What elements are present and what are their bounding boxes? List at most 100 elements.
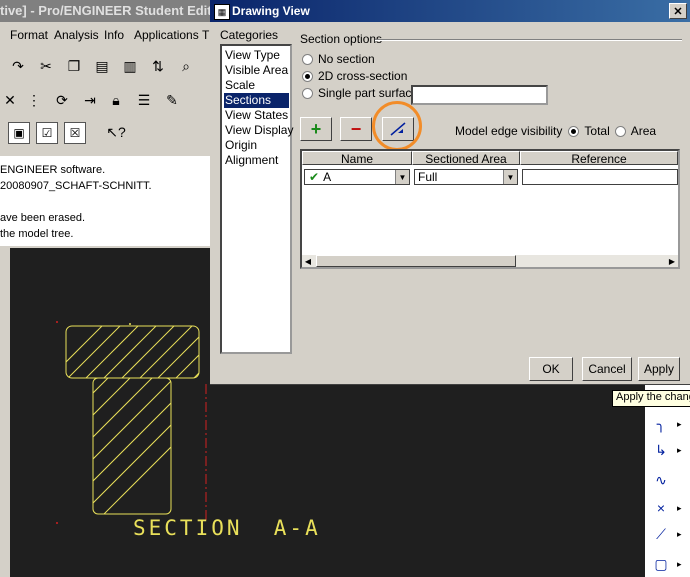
paste-special-icon[interactable]: ▥ <box>120 56 140 76</box>
radio-label: Single part surface <box>318 86 419 100</box>
plus-icon: + <box>310 118 322 139</box>
minus-icon: − <box>350 118 362 139</box>
menu-info[interactable]: Info <box>104 28 124 42</box>
point-icon[interactable]: × <box>651 498 671 518</box>
radio-total-label: Total <box>584 124 610 138</box>
radio-total[interactable] <box>568 125 580 137</box>
category-alignment[interactable]: Alignment <box>224 153 289 168</box>
flyout-arrow-icon[interactable]: ▸ <box>677 503 682 514</box>
paste-icon[interactable]: ▤ <box>92 56 112 76</box>
message-area: ENGINEER software. 20080907_SCHAFT-SCHNI… <box>0 156 212 246</box>
horizontal-scrollbar[interactable]: ◀ ▶ <box>302 255 678 267</box>
tooltip: Apply the chang <box>612 390 690 407</box>
message-line: ave been erased. <box>0 212 86 224</box>
radio-no-section[interactable]: No section <box>302 51 375 67</box>
close-x-icon[interactable]: ✕ <box>0 90 20 110</box>
section-options-label: Section options <box>300 32 383 46</box>
sectioned-area-value: Full <box>418 170 438 184</box>
category-view-type[interactable]: View Type <box>224 48 289 63</box>
list-icon[interactable]: ☰ <box>134 90 154 110</box>
add-section-button[interactable]: + <box>300 117 332 141</box>
categories-list: View Type Visible Area Scale Sections Vi… <box>220 44 293 354</box>
flyout-arrow-icon[interactable]: ▸ <box>677 559 682 570</box>
flyout-arrow-icon[interactable]: ▸ <box>677 445 682 456</box>
radio-button[interactable] <box>302 53 313 65</box>
close-button[interactable]: ✕ <box>669 3 687 19</box>
message-line: ENGINEER software. <box>0 164 106 176</box>
section-name-value: A <box>323 170 332 184</box>
copy-icon[interactable]: ❐ <box>64 56 84 76</box>
line-icon[interactable]: ⟋ <box>651 524 671 544</box>
category-view-display[interactable]: View Display <box>224 123 293 138</box>
dialog-title: Drawing View <box>232 4 310 18</box>
check-window-icon[interactable]: ☑ <box>36 122 58 144</box>
ok-button[interactable]: OK <box>529 357 573 381</box>
radio-label: No section <box>318 52 375 66</box>
dropdown-arrow-icon[interactable]: ▼ <box>395 170 409 184</box>
category-visible-area[interactable]: Visible Area <box>224 63 289 78</box>
message-line: 20080907_SCHAFT-SCHNITT. <box>0 180 152 192</box>
radio-area[interactable] <box>614 125 626 137</box>
radio-label: 2D cross-section <box>318 69 408 83</box>
category-origin[interactable]: Origin <box>224 138 289 153</box>
radio-single-part-surface[interactable]: Single part surface <box>302 85 418 101</box>
dropdown-icon[interactable]: ⋮ <box>24 90 44 110</box>
menu-applications[interactable]: Applications <box>134 28 199 42</box>
categories-label: Categories <box>220 28 279 42</box>
insert-icon[interactable]: ⇥ <box>80 90 100 110</box>
radio-button-selected[interactable] <box>302 70 313 82</box>
cancel-button[interactable]: Cancel <box>582 357 632 381</box>
column-header-name[interactable]: Name <box>302 151 412 166</box>
drawing-view-dialog: ▦ Drawing View ✕ Categories View Type Vi… <box>210 0 690 385</box>
dialog-titlebar[interactable]: ▦ Drawing View ✕ <box>210 0 690 22</box>
spline-icon[interactable]: ∿ <box>651 470 671 490</box>
close-window-icon[interactable]: ☒ <box>64 122 86 144</box>
rectangle-icon[interactable]: ▢ <box>651 554 671 574</box>
app-title: tive] - Pro/ENGINEER Student Editio <box>0 3 224 18</box>
single-part-surface-input[interactable] <box>411 85 548 105</box>
category-scale[interactable]: Scale <box>224 78 289 93</box>
radio-button[interactable] <box>302 87 313 99</box>
menu-tools[interactable]: T <box>202 28 209 42</box>
scroll-left-icon[interactable]: ◀ <box>302 255 314 267</box>
column-header-reference[interactable]: Reference <box>520 151 678 166</box>
scrollbar-thumb[interactable] <box>316 255 516 267</box>
menu-format[interactable]: Format <box>10 28 48 42</box>
dropdown-arrow-icon[interactable]: ▼ <box>503 170 517 184</box>
toolbar-middle: ✕ ⋮ ⟳ ⇥ 🔒︎ ☰ ✎ <box>0 84 212 116</box>
flyout-arrow-icon[interactable]: ▸ <box>677 529 682 540</box>
window-icon[interactable]: ▣ <box>8 122 30 144</box>
dialog-window-icon: ▦ <box>214 4 230 20</box>
reference-cell[interactable] <box>522 169 678 185</box>
find-icon[interactable]: ⌕ <box>176 56 196 76</box>
flyout-arrow-icon[interactable]: ▸ <box>677 419 682 430</box>
section-name-select[interactable]: ✔ A ▼ <box>304 169 410 185</box>
radio-area-label: Area <box>630 124 657 138</box>
fillet-icon[interactable]: ↳ <box>651 440 671 460</box>
regenerate-icon[interactable]: ⇅ <box>148 56 168 76</box>
model-edge-label: Model edge visibility <box>455 124 563 138</box>
apply-button[interactable]: Apply <box>638 357 680 381</box>
category-sections[interactable]: Sections <box>224 93 289 108</box>
highlight-icon[interactable]: ✎ <box>162 90 182 110</box>
check-icon: ✔ <box>309 170 320 184</box>
right-sketch-toolbar: ╮ ▸ ↳ ▸ ∿ × ▸ ⟋ ▸ ▢ ▸ <box>645 384 690 577</box>
radio-2d-cross-section[interactable]: 2D cross-section <box>302 68 407 84</box>
arc-icon[interactable]: ╮ <box>651 414 671 434</box>
help-icon[interactable]: ↖? <box>106 122 126 142</box>
lock-icon[interactable]: 🔒︎ <box>106 90 126 110</box>
model-edge-visibility: Model edge visibility Total Area <box>455 124 656 138</box>
scroll-right-icon[interactable]: ▶ <box>666 255 678 267</box>
redo-icon[interactable]: ↷ <box>8 56 28 76</box>
column-header-sectioned-area[interactable]: Sectioned Area <box>412 151 520 166</box>
remove-section-button[interactable]: − <box>340 117 372 141</box>
sections-table: Name Sectioned Area Reference ✔ A ▼ Full… <box>300 149 680 269</box>
menu-analysis[interactable]: Analysis <box>54 28 99 42</box>
category-view-states[interactable]: View States <box>224 108 289 123</box>
toolbar-bottom: ▣ ☑ ☒ ↖? <box>0 118 212 148</box>
sectioned-area-select[interactable]: Full ▼ <box>414 169 518 185</box>
toolbar-top: ↷ ✂ ❐ ▤ ▥ ⇅ ⌕ <box>0 48 212 84</box>
cut-icon[interactable]: ✂ <box>36 56 56 76</box>
refresh-icon[interactable]: ⟳ <box>52 90 72 110</box>
message-line: the model tree. <box>0 228 74 240</box>
